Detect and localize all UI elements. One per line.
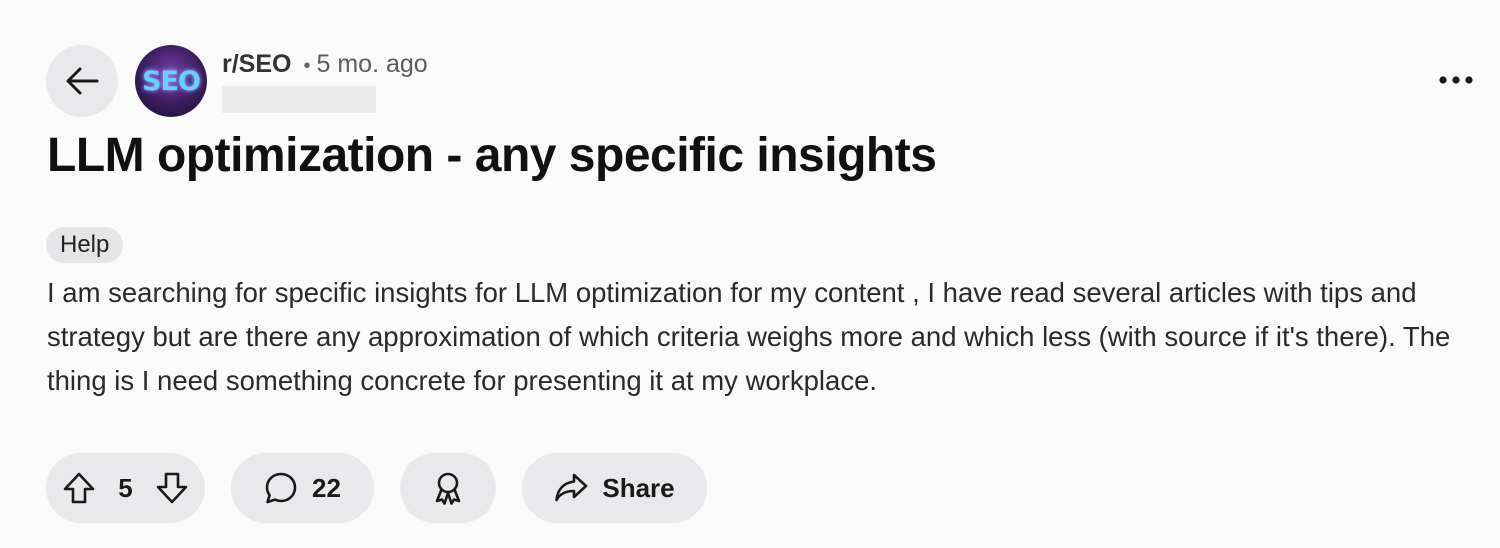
back-button[interactable] xyxy=(46,45,118,117)
comment-count: 22 xyxy=(312,472,341,503)
more-horizontal-icon xyxy=(1439,76,1473,84)
share-arrow-icon xyxy=(554,472,588,504)
comments-button[interactable]: 22 xyxy=(231,453,374,523)
comment-bubble-icon xyxy=(264,471,298,505)
post-time: 5 mo. ago xyxy=(316,50,428,78)
author-redacted xyxy=(222,86,376,113)
post-title: LLM optimization - any specific insights xyxy=(47,129,937,182)
subreddit-avatar[interactable]: SEO xyxy=(135,45,207,117)
subreddit-name[interactable]: r/SEO xyxy=(222,50,291,79)
arrow-left-icon xyxy=(65,66,99,96)
post-body: I am searching for specific insights for… xyxy=(47,277,1451,396)
downvote-arrow-icon[interactable] xyxy=(155,471,189,505)
more-options-button[interactable] xyxy=(1436,70,1476,90)
post-meta: r/SEO • 5 mo. ago xyxy=(222,50,428,79)
upvote-arrow-icon[interactable] xyxy=(62,471,96,505)
avatar-logo-text: SEO xyxy=(142,65,201,97)
share-button[interactable]: Share xyxy=(522,453,707,523)
award-ribbon-icon xyxy=(431,470,465,506)
vote-count: 5 xyxy=(118,472,133,503)
post-flair[interactable]: Help xyxy=(46,227,124,263)
share-label: Share xyxy=(602,472,675,503)
meta-separator: • xyxy=(303,55,311,77)
vote-control: 5 xyxy=(46,453,205,523)
award-button[interactable] xyxy=(400,453,496,523)
